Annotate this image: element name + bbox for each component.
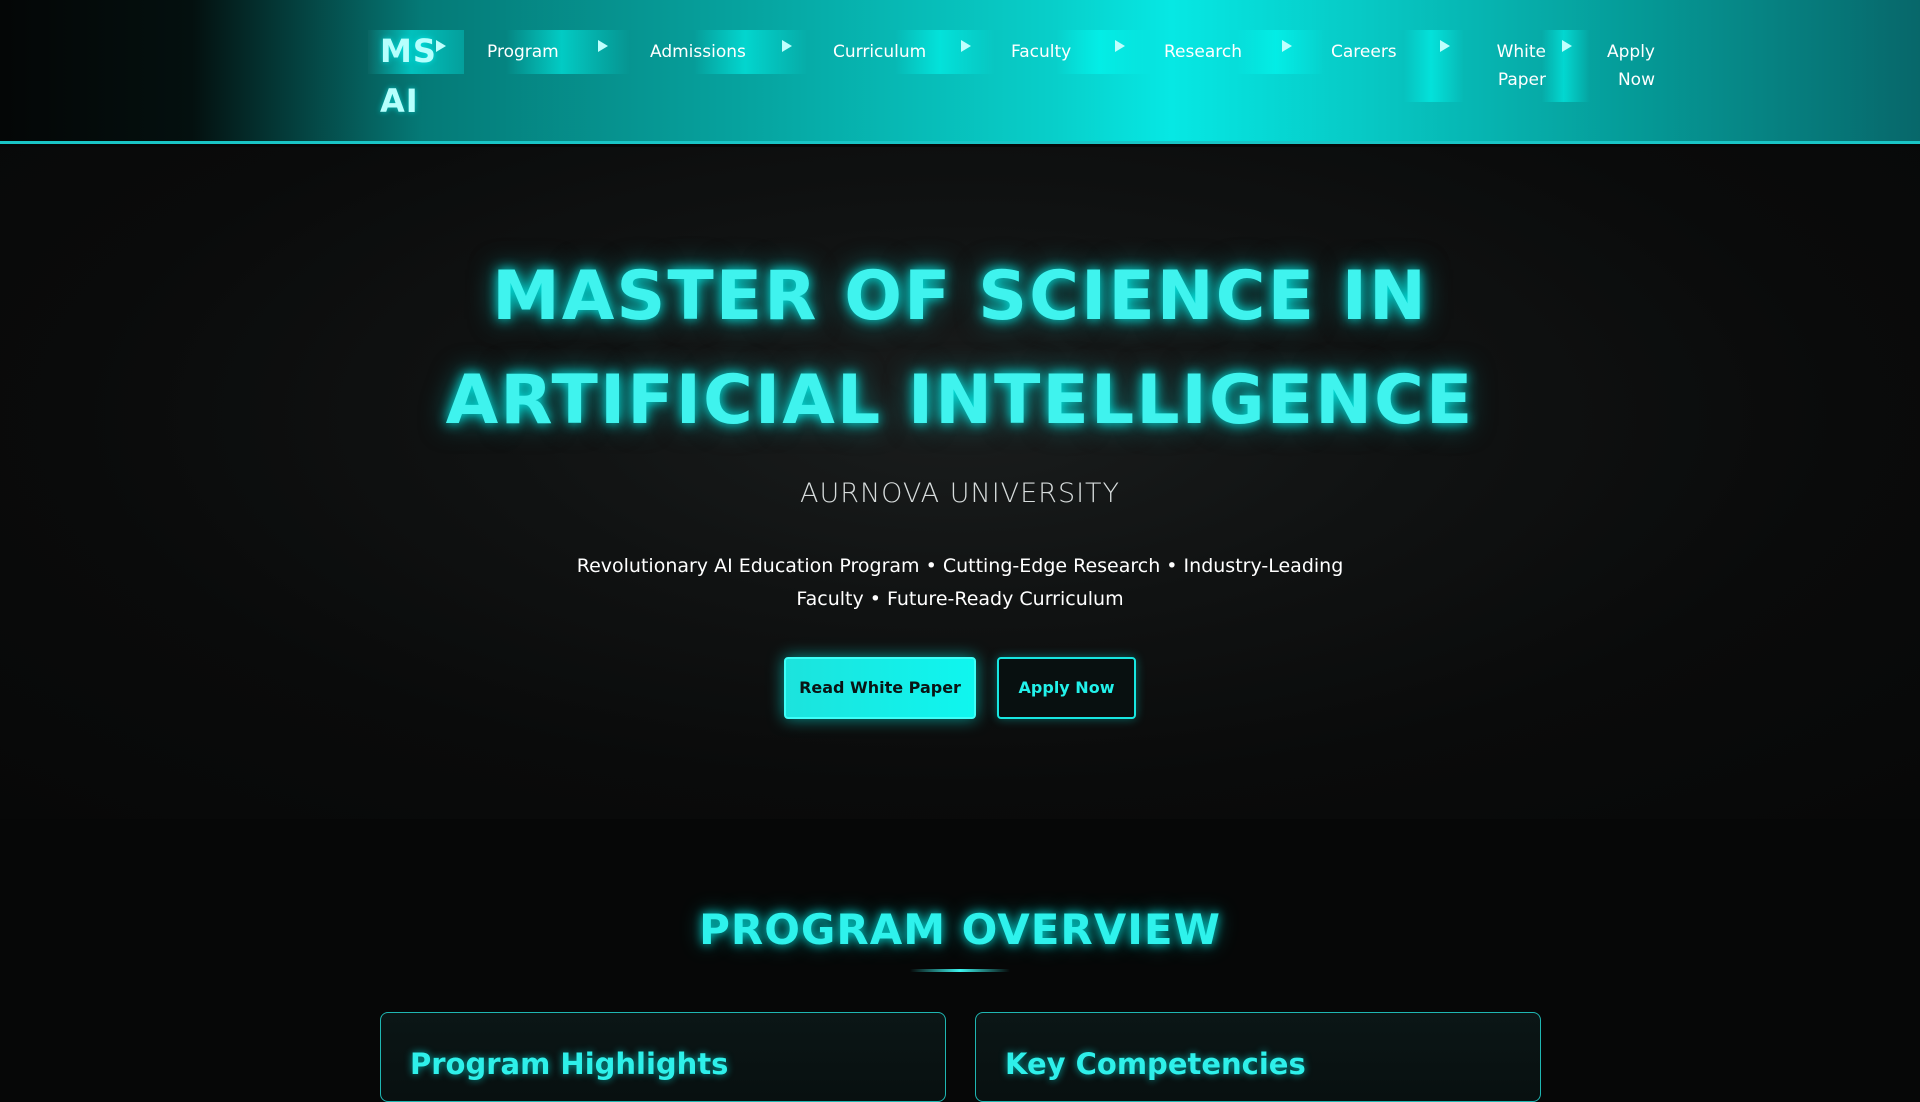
section-divider	[910, 969, 1010, 972]
nav-link-careers[interactable]: Careers	[1331, 38, 1397, 66]
nav-link-glow	[1235, 30, 1325, 74]
read-white-paper-button[interactable]: Read White Paper	[784, 657, 976, 719]
nav-link-white-paper[interactable]: White Paper	[1466, 38, 1546, 94]
section-title: PROGRAM OVERVIEW	[699, 905, 1221, 954]
nav-link-research[interactable]: Research	[1164, 38, 1242, 66]
nav-link-glow	[1404, 30, 1464, 102]
hero-tagline: Revolutionary AI Education Program • Cut…	[576, 555, 1344, 610]
nav-link-apply-now[interactable]: Apply Now	[1589, 38, 1655, 94]
nav-link-faculty[interactable]: Faculty	[1011, 38, 1071, 66]
card-title: Program Highlights	[410, 1047, 729, 1081]
apply-now-button[interactable]: Apply Now	[997, 657, 1136, 719]
hero-title: MASTER OF SCIENCE IN ARTIFICIAL INTELLIG…	[445, 257, 1475, 440]
play-arrow-icon	[1440, 40, 1450, 52]
play-arrow-icon	[782, 40, 792, 52]
play-arrow-icon	[961, 40, 971, 52]
play-arrow-icon	[1282, 40, 1292, 52]
top-navigation-bar: MS AI Program Admissions Curriculum Facu…	[0, 0, 1920, 144]
play-arrow-icon	[436, 40, 446, 52]
nav-link-curriculum[interactable]: Curriculum	[833, 38, 926, 66]
play-arrow-icon	[598, 40, 608, 52]
nav-link-program[interactable]: Program	[487, 38, 559, 66]
university-name: AURNOVA UNIVERSITY	[799, 478, 1121, 509]
nav-link-admissions[interactable]: Admissions	[650, 38, 746, 66]
play-arrow-icon	[1115, 40, 1125, 52]
card-title: Key Competencies	[1005, 1047, 1306, 1081]
play-arrow-icon	[1562, 40, 1572, 52]
